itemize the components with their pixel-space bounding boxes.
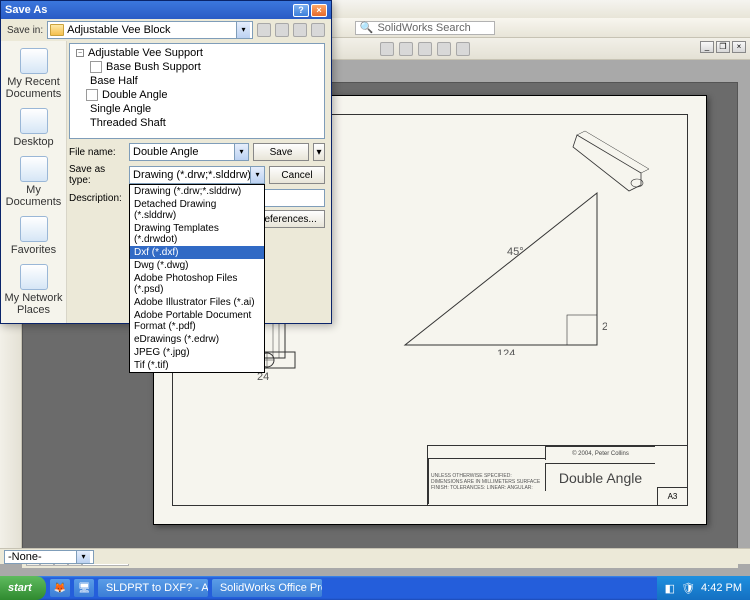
save-button[interactable]: Save <box>253 143 309 161</box>
filter-combo[interactable]: -None- ▾ <box>4 550 94 564</box>
type-dropdown: Drawing (*.drw;*.slddrw)Detached Drawing… <box>129 184 265 373</box>
savein-value: Adjustable Vee Block <box>67 24 170 36</box>
place-documents[interactable]: My Documents <box>4 153 64 211</box>
place-desktop[interactable]: Desktop <box>4 105 64 151</box>
list-item[interactable]: Double Angle <box>74 88 320 102</box>
system-tray[interactable]: ◧ 🛡 4:42 PM <box>657 576 750 600</box>
list-item[interactable]: Base Bush Support <box>74 60 320 74</box>
zoom-area-icon[interactable] <box>399 42 413 56</box>
file-list[interactable]: −Adjustable Vee Support Base Bush Suppor… <box>69 43 325 139</box>
chevron-down-icon[interactable]: ▾ <box>236 22 250 38</box>
type-option[interactable]: Adobe Photoshop Files (*.psd) <box>130 272 264 296</box>
svg-text:24: 24 <box>602 321 607 333</box>
tray-icon[interactable]: ◧ <box>665 582 675 595</box>
type-option[interactable]: Dxf (*.dxf) <box>130 246 264 259</box>
right-side-view: 45° 24 124 <box>397 185 607 355</box>
quicklaunch-desktop-icon[interactable]: 🖥 <box>74 579 94 597</box>
documents-icon <box>20 156 48 182</box>
drawing-icon <box>86 89 98 101</box>
start-button[interactable]: start <box>0 576 46 600</box>
filter-value: -None- <box>8 551 42 563</box>
dialog-form: File name: Double Angle ▾ Save ▾ Save as… <box>67 141 331 237</box>
copyright-cell: © 2004, Peter Collins <box>545 446 655 460</box>
tray-icon[interactable]: 🛡 <box>681 582 695 595</box>
filename-input[interactable]: Double Angle ▾ <box>129 143 249 161</box>
search-placeholder: SolidWorks Search <box>377 22 470 34</box>
windows-taskbar: start 🦊 🖥 SLDPRT to DXF? - Aut... SolidW… <box>0 576 750 600</box>
save-split-button[interactable]: ▾ <box>313 143 325 161</box>
angle-dim: 45° <box>507 246 524 258</box>
dialog-nav-bar: Save in: Adjustable Vee Block ▾ <box>1 19 331 41</box>
type-option[interactable]: Tif (*.tif) <box>130 359 264 372</box>
search-icon: 🔍 <box>360 21 374 34</box>
dialog-close-icon[interactable]: × <box>311 4 327 17</box>
type-option[interactable]: Dwg (*.dwg) <box>130 259 264 272</box>
section-icon[interactable] <box>456 42 470 56</box>
cancel-button[interactable]: Cancel <box>269 166 325 184</box>
filename-label: File name: <box>69 147 125 158</box>
dialog-titlebar[interactable]: Save As ? × <box>1 1 331 19</box>
start-label: start <box>8 582 32 594</box>
place-network[interactable]: My Network Places <box>4 261 64 319</box>
saveas-type-combo[interactable]: Drawing (*.drw;*.slddrw) ▾ Drawing (*.dr… <box>129 166 265 184</box>
place-favorites[interactable]: Favorites <box>4 213 64 259</box>
folder-icon <box>50 24 64 36</box>
collapse-icon[interactable]: − <box>76 49 84 57</box>
sheet-size-cell: A3 <box>657 487 687 505</box>
save-as-dialog: Save As ? × Save in: Adjustable Vee Bloc… <box>0 0 332 324</box>
drawing-icon <box>90 61 102 73</box>
type-option[interactable]: JPEG (*.jpg) <box>130 346 264 359</box>
type-option[interactable]: Drawing Templates (*.drwdot) <box>130 222 264 246</box>
type-option[interactable]: eDrawings (*.edrw) <box>130 333 264 346</box>
saveas-label: Save as type: <box>69 164 125 186</box>
places-bar: My Recent Documents Desktop My Documents… <box>1 41 67 323</box>
recent-icon <box>20 48 48 74</box>
filter-bar: -None- ▾ <box>0 548 750 564</box>
type-option[interactable]: Drawing (*.drw;*.slddrw) <box>130 185 264 198</box>
list-item[interactable]: Single Angle <box>74 102 320 116</box>
task-button[interactable]: SolidWorks Office Pre... <box>212 579 322 597</box>
savein-label: Save in: <box>7 25 43 36</box>
rotate-icon[interactable] <box>418 42 432 56</box>
type-option[interactable]: Adobe Portable Document Format (*.pdf) <box>130 309 264 333</box>
dialog-help-icon[interactable]: ? <box>293 4 309 17</box>
search-input[interactable]: 🔍 SolidWorks Search <box>355 21 495 35</box>
network-icon <box>20 264 48 290</box>
chevron-down-icon: ▾ <box>76 551 90 563</box>
desktop-icon <box>20 108 48 134</box>
pan-icon[interactable] <box>437 42 451 56</box>
title-block: UNLESS OTHERWISE SPECIFIED: DIMENSIONS A… <box>427 445 687 505</box>
saveas-value: Drawing (*.drw;*.slddrw) <box>133 169 251 181</box>
description-label: Description: <box>69 193 125 204</box>
isometric-view <box>567 125 657 195</box>
new-folder-icon[interactable] <box>293 23 307 37</box>
mdi-close[interactable]: × <box>732 41 746 53</box>
task-button[interactable]: SLDPRT to DXF? - Aut... <box>98 579 208 597</box>
mdi-restore[interactable]: ❐ <box>716 41 730 53</box>
dialog-title: Save As <box>5 4 47 16</box>
zoom-fit-icon[interactable] <box>380 42 394 56</box>
type-option[interactable]: Adobe Illustrator Files (*.ai) <box>130 296 264 309</box>
views-icon[interactable] <box>311 23 325 37</box>
chevron-down-icon[interactable]: ▾ <box>234 144 248 160</box>
type-option[interactable]: Detached Drawing (*.slddrw) <box>130 198 264 222</box>
up-icon[interactable] <box>275 23 289 37</box>
mdi-window-controls: _ ❐ × <box>700 41 746 53</box>
savein-combo[interactable]: Adjustable Vee Block ▾ <box>47 21 253 39</box>
svg-text:124: 124 <box>497 348 515 355</box>
filename-value: Double Angle <box>133 146 198 158</box>
place-recent[interactable]: My Recent Documents <box>4 45 64 103</box>
back-icon[interactable] <box>257 23 271 37</box>
list-item[interactable]: Threaded Shaft <box>74 116 320 130</box>
drawing-title: Double Angle <box>545 463 655 491</box>
chevron-down-icon[interactable]: ▾ <box>250 167 264 183</box>
list-item[interactable]: Base Half <box>74 74 320 88</box>
clock[interactable]: 4:42 PM <box>701 582 742 594</box>
tolerance-note: UNLESS OTHERWISE SPECIFIED: DIMENSIONS A… <box>428 458 546 504</box>
list-item[interactable]: −Adjustable Vee Support <box>74 46 320 60</box>
mdi-minimize[interactable]: _ <box>700 41 714 53</box>
quicklaunch-firefox-icon[interactable]: 🦊 <box>50 579 70 597</box>
favorites-icon <box>20 216 48 242</box>
